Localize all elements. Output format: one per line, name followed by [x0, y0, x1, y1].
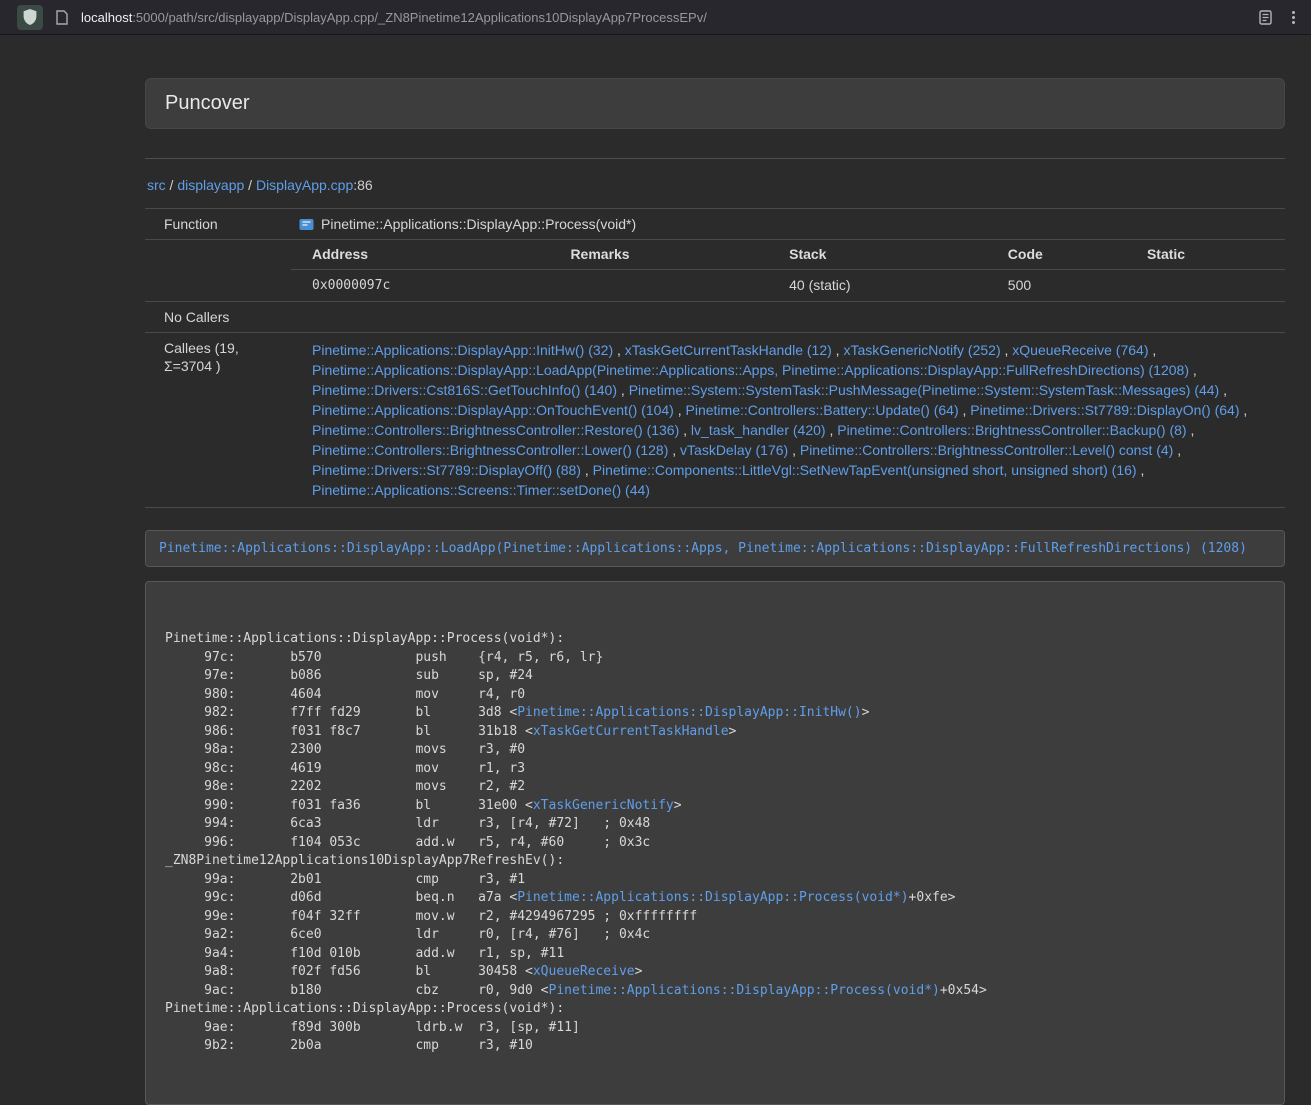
callee-link[interactable]: Pinetime::Controllers::BrightnessControl… [312, 422, 679, 438]
breadcrumb: src / displayapp / DisplayApp.cpp:86 [145, 175, 1285, 195]
code-symbol-link[interactable]: xTaskGetCurrentTaskHandle [533, 724, 729, 739]
url-path: :5000/path/src/displayapp/DisplayApp.cpp… [132, 10, 707, 25]
no-callers-row: No Callers [145, 302, 1285, 333]
selected-symbol-bar: Pinetime::Applications::DisplayApp::Load… [145, 530, 1285, 567]
kebab-menu-icon[interactable] [1290, 9, 1297, 26]
breadcrumb-link[interactable]: src [147, 177, 166, 193]
callee-link[interactable]: Pinetime::Controllers::BrightnessControl… [837, 422, 1186, 438]
col-remarks: Remarks [549, 240, 768, 270]
disassembly-line: 994: 6ca3 ldr r3, [r4, #72] ; 0x48 [165, 815, 1265, 834]
metrics-value-row: 0x0000097c 40 (static) 500 [291, 270, 1285, 302]
function-name: Pinetime::Applications::DisplayApp::Proc… [321, 215, 636, 233]
disassembly-line: 99c: d06d beq.n a7a <Pinetime::Applicati… [165, 889, 1265, 908]
disassembly-line: 9ae: f89d 300b ldrb.w r3, [sp, #11] [165, 1019, 1265, 1038]
disassembly-line: Pinetime::Applications::DisplayApp::Proc… [165, 1000, 1265, 1019]
main-content: Puncover src / displayapp / DisplayApp.c… [145, 35, 1285, 1105]
static-value [1126, 270, 1285, 302]
reader-view-icon[interactable] [1259, 10, 1272, 25]
disassembly-line: 9a2: 6ce0 ldr r0, [r4, #76] ; 0x4c [165, 926, 1265, 945]
callee-link[interactable]: xQueueReceive (764) [1012, 342, 1148, 358]
divider [145, 158, 1285, 159]
col-address: Address [291, 240, 549, 270]
disassembly-block: Pinetime::Applications::DisplayApp::Proc… [145, 581, 1285, 1105]
callee-link[interactable]: Pinetime::Applications::Screens::Timer::… [312, 482, 650, 498]
disassembly-line: 982: f7ff fd29 bl 3d8 <Pinetime::Applica… [165, 704, 1265, 723]
callee-link[interactable]: Pinetime::Applications::DisplayApp::Init… [312, 342, 613, 358]
disassembly-line: 980: 4604 mov r4, r0 [165, 686, 1265, 705]
callee-link[interactable]: vTaskDelay (176) [680, 442, 788, 458]
disassembly-line: 97e: b086 sub sp, #24 [165, 667, 1265, 686]
callee-link[interactable]: Pinetime::Components::LittleVgl::SetNewT… [593, 462, 1137, 478]
callees-label: Callees (19, Σ=3704 ) [145, 333, 291, 508]
breadcrumb-link[interactable]: DisplayApp.cpp [256, 177, 353, 193]
callee-link[interactable]: Pinetime::Applications::DisplayApp::Load… [312, 362, 1189, 378]
shield-icon [23, 9, 37, 25]
callee-link[interactable]: Pinetime::Controllers::Battery::Update()… [686, 402, 959, 418]
disassembly-line: 9b2: 2b0a cmp r3, #10 [165, 1037, 1265, 1056]
disassembly-line: 99e: f04f 32ff mov.w r2, #4294967295 ; 0… [165, 908, 1265, 927]
col-code: Code [987, 240, 1126, 270]
code-symbol-link[interactable]: Pinetime::Applications::DisplayApp::Proc… [549, 983, 940, 998]
disassembly-line: 99a: 2b01 cmp r3, #1 [165, 871, 1265, 890]
callee-link[interactable]: Pinetime::System::SystemTask::PushMessag… [629, 382, 1220, 398]
callee-link[interactable]: Pinetime::Controllers::BrightnessControl… [800, 442, 1173, 458]
tracking-protection-shield-icon[interactable] [17, 5, 43, 30]
code-size-value: 500 [987, 270, 1126, 302]
url-bar[interactable]: localhost:5000/path/src/displayapp/Displ… [81, 10, 707, 25]
callees-list: Pinetime::Applications::DisplayApp::Init… [291, 333, 1285, 508]
metrics-table: Address Remarks Stack Code Static 0x0000… [291, 240, 1285, 301]
code-symbol-link[interactable]: Pinetime::Applications::DisplayApp::Proc… [517, 890, 908, 905]
code-symbol-link[interactable]: xTaskGenericNotify [533, 798, 674, 813]
disassembly-line: 9a4: f10d 010b add.w r1, sp, #11 [165, 945, 1265, 964]
function-icon [299, 217, 314, 232]
breadcrumb-link[interactable]: displayapp [177, 177, 244, 193]
disassembly-line: 986: f031 f8c7 bl 31b18 <xTaskGetCurrent… [165, 723, 1265, 742]
function-table: Function Pinetime::Applications::Display… [145, 208, 1285, 508]
url-host: localhost [81, 10, 132, 25]
callee-link[interactable]: Pinetime::Drivers::St7789::DisplayOff() … [312, 462, 581, 478]
address-value: 0x0000097c [291, 270, 549, 302]
disassembly-line: 9a8: f02f fd56 bl 30458 <xQueueReceive> [165, 963, 1265, 982]
function-row: Function Pinetime::Applications::Display… [145, 209, 1285, 240]
disassembly-line: Pinetime::Applications::DisplayApp::Proc… [165, 630, 1265, 649]
disassembly-line: 9ac: b180 cbz r0, 9d0 <Pinetime::Applica… [165, 982, 1265, 1001]
code-symbol-link[interactable]: Pinetime::Applications::DisplayApp::Init… [517, 705, 861, 720]
disassembly-line: 98a: 2300 movs r3, #0 [165, 741, 1265, 760]
callee-link[interactable]: xTaskGetCurrentTaskHandle (12) [625, 342, 832, 358]
disassembly-line: 996: f104 053c add.w r5, r4, #60 ; 0x3c [165, 834, 1265, 853]
callee-link[interactable]: Pinetime::Drivers::Cst816S::GetTouchInfo… [312, 382, 617, 398]
code-symbol-link[interactable]: xQueueReceive [533, 964, 635, 979]
app-header: Puncover [145, 78, 1285, 129]
callee-link[interactable]: xTaskGenericNotify (252) [843, 342, 1000, 358]
disassembly-line: 98c: 4619 mov r1, r3 [165, 760, 1265, 779]
col-stack: Stack [768, 240, 987, 270]
callees-row: Callees (19, Σ=3704 ) Pinetime::Applicat… [145, 333, 1285, 508]
browser-chrome: localhost:5000/path/src/displayapp/Displ… [0, 0, 1311, 35]
callee-link[interactable]: lv_task_handler (420) [691, 422, 826, 438]
callee-link[interactable]: Pinetime::Controllers::BrightnessControl… [312, 442, 668, 458]
metrics-row: Address Remarks Stack Code Static 0x0000… [145, 240, 1285, 302]
page-title: Puncover [165, 92, 250, 115]
disassembly-code: Pinetime::Applications::DisplayApp::Proc… [165, 630, 1265, 1056]
disassembly-line: 990: f031 fa36 bl 31e00 <xTaskGenericNot… [165, 797, 1265, 816]
metrics-header-row: Address Remarks Stack Code Static [291, 240, 1285, 270]
col-static: Static [1126, 240, 1285, 270]
selected-symbol-link[interactable]: Pinetime::Applications::DisplayApp::Load… [159, 541, 1247, 556]
stack-value: 40 (static) [768, 270, 987, 302]
disassembly-line: _ZN8Pinetime12Applications10DisplayApp7R… [165, 852, 1265, 871]
remarks-value [549, 270, 768, 302]
disassembly-line: 97c: b570 push {r4, r5, r6, lr} [165, 649, 1265, 668]
function-label: Function [145, 209, 291, 240]
callee-link[interactable]: Pinetime::Applications::DisplayApp::OnTo… [312, 402, 674, 418]
no-callers-label: No Callers [145, 302, 291, 333]
callee-link[interactable]: Pinetime::Drivers::St7789::DisplayOn() (… [970, 402, 1239, 418]
page-info-icon[interactable] [56, 10, 68, 25]
disassembly-line: 98e: 2202 movs r2, #2 [165, 778, 1265, 797]
